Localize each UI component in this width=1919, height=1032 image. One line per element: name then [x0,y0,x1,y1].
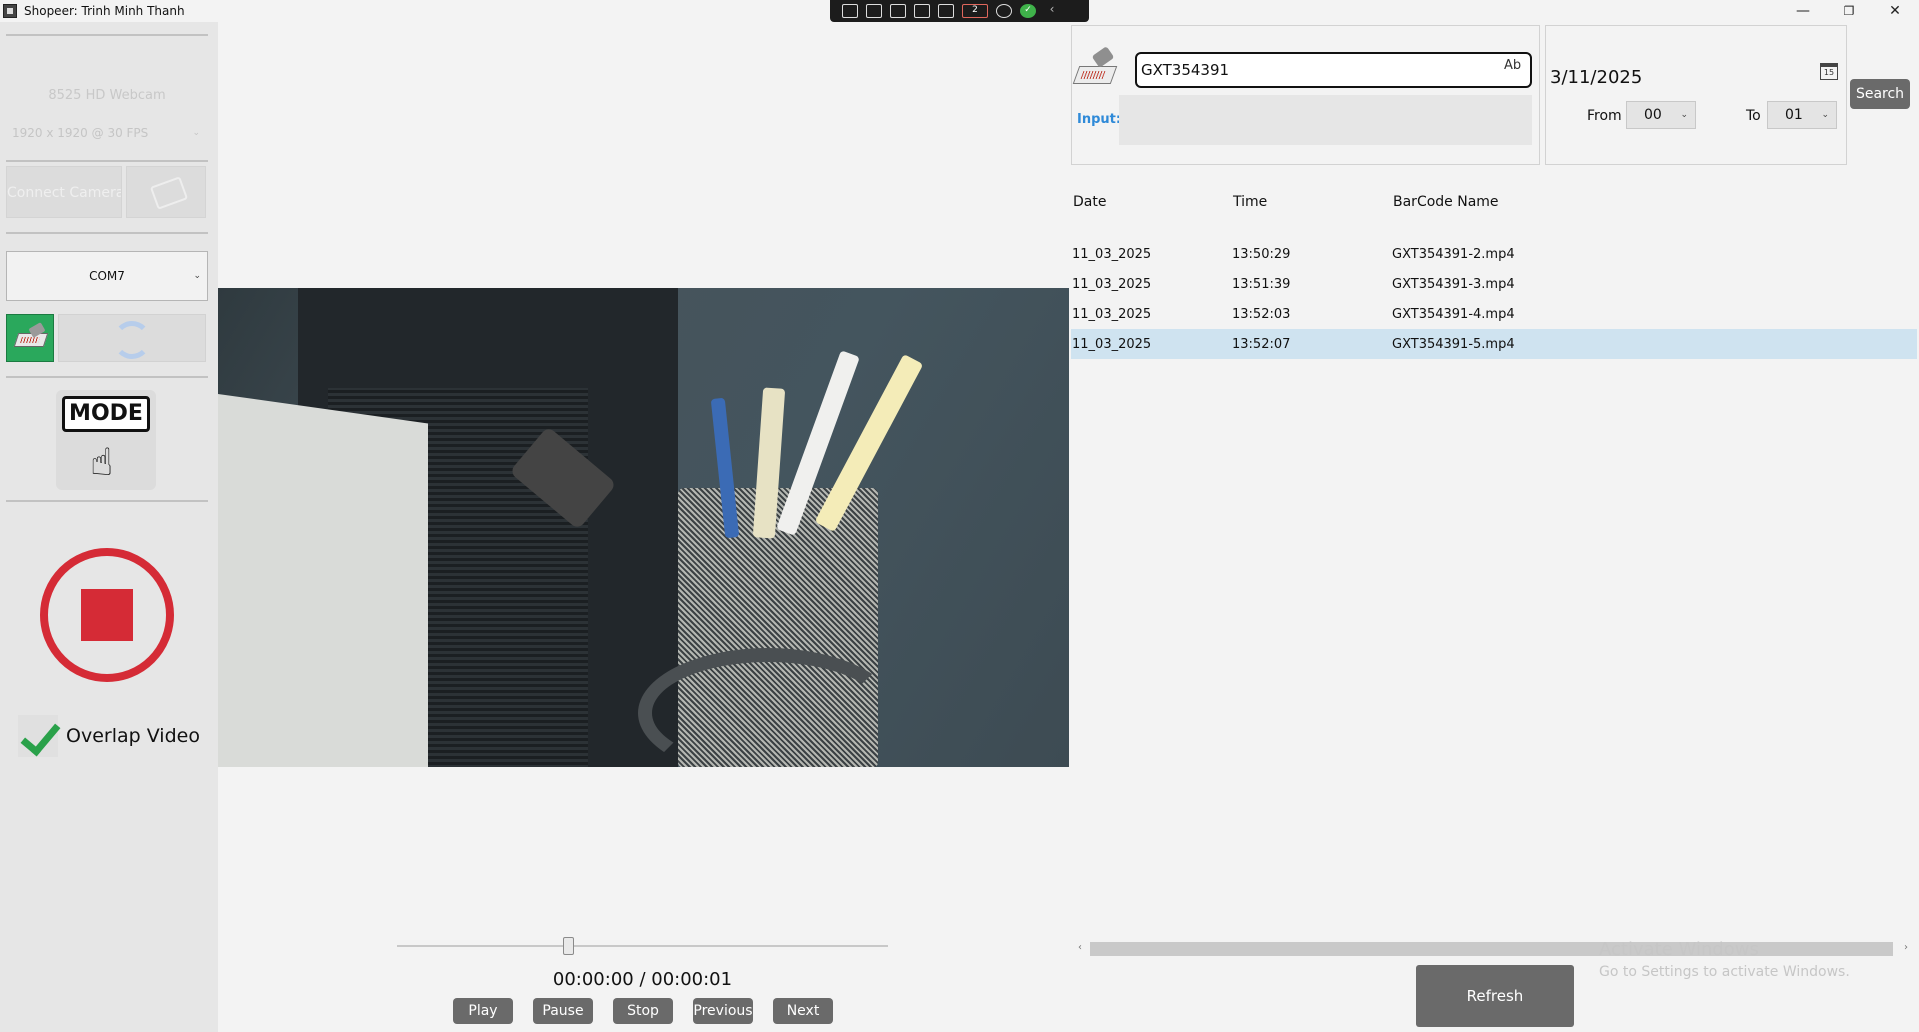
sidebar: 8525 HD Webcam 1920 x 1920 @ 30 FPS ⌄ Co… [0,22,218,1032]
divider [6,160,208,162]
divider [6,34,208,36]
row-filename: GXT354391-4.mp4 [1392,307,1515,322]
chevron-down-icon: ⌄ [192,128,200,138]
divider [6,500,208,502]
row-filename: GXT354391-2.mp4 [1392,247,1515,262]
accessibility-icon[interactable] [996,4,1012,18]
barcode-search-input[interactable]: GXT354391 [1135,52,1532,88]
row-time: 13:52:07 [1232,337,1291,352]
table-row[interactable]: 11_03_2025 13:52:03 GXT354391-4.mp4 [1071,299,1917,329]
scanner-button[interactable] [6,314,54,362]
remote-toolbar: 2 ✓ ‹ [830,0,1089,22]
scroll-left-icon[interactable]: ‹ [1073,940,1087,956]
previous-button[interactable]: Previous [693,998,753,1024]
play-button[interactable]: Play [453,998,513,1024]
date-picker[interactable]: 3/11/2025 [1550,67,1642,88]
maximize-button[interactable]: ❐ [1826,0,1872,22]
overlap-video-toggle[interactable]: Overlap Video [18,714,200,758]
divider [6,232,208,234]
row-date: 11_03_2025 [1072,247,1152,262]
search-button[interactable]: Search [1850,79,1910,109]
table-row-selected[interactable]: 11_03_2025 13:52:07 GXT354391-5.mp4 [1071,329,1917,359]
collapse-icon[interactable]: ‹ [1044,3,1060,18]
row-date: 11_03_2025 [1072,337,1152,352]
chevron-down-icon: ⌄ [193,271,201,281]
com-port-select[interactable]: COM7 ⌄ [6,251,208,301]
to-label: To [1746,108,1761,124]
stop-icon [81,589,133,641]
from-hour-value: 00 [1644,107,1662,123]
app-icon [3,4,17,18]
activation-watermark-title: Activate Windows [1599,939,1759,960]
to-hour-value: 01 [1785,107,1803,123]
chevron-down-icon: ⌄ [1680,110,1688,120]
scroll-thumb[interactable] [1090,942,1893,956]
column-header-time[interactable]: Time [1233,194,1267,210]
barcode-scanner-icon [1072,44,1124,94]
row-time: 13:51:39 [1232,277,1291,292]
refresh-button[interactable]: Refresh [1416,965,1574,1027]
edit-camera-button[interactable] [126,166,206,218]
checkmark-icon[interactable] [18,715,58,757]
check-icon[interactable]: ✓ [1020,4,1036,18]
text-cursor-icon: Ab [1504,58,1522,73]
hand-pointer-icon: ☝ [90,440,114,484]
table-row[interactable]: 11_03_2025 13:51:39 GXT354391-3.mp4 [1071,269,1917,299]
minimize-button[interactable]: — [1780,0,1826,22]
com-port-value: COM7 [89,269,125,283]
timecode: 00:00:00 / 00:00:01 [552,969,733,990]
seek-bar[interactable] [397,945,888,947]
close-button[interactable]: ✕ [1872,0,1918,22]
row-date: 11_03_2025 [1072,277,1152,292]
stop-button[interactable]: Stop [613,998,673,1024]
calendar-icon[interactable]: 15 [1820,63,1838,80]
row-filename: GXT354391-3.mp4 [1392,277,1515,292]
mode-label: MODE [62,396,150,432]
input-label: Input: [1077,112,1122,127]
input-field[interactable] [1119,95,1532,145]
row-filename: GXT354391-5.mp4 [1392,337,1515,352]
session-count-icon[interactable]: 2 [962,4,988,18]
overlap-video-label: Overlap Video [66,725,200,747]
from-hour-select[interactable]: 00 ⌄ [1626,101,1696,129]
stop-recording-button[interactable] [40,548,174,682]
row-time: 13:50:29 [1232,247,1291,262]
row-time: 13:52:03 [1232,307,1291,322]
video-preview [218,288,1069,767]
refresh-icon [113,321,151,359]
window-title: Shopeer: Trinh Minh Thanh [24,4,185,18]
row-date: 11_03_2025 [1072,307,1152,322]
barcode-scanner-icon [13,322,49,349]
refresh-port-button[interactable] [58,314,206,362]
monitor-icon[interactable] [938,4,954,18]
to-hour-select[interactable]: 01 ⌄ [1767,101,1837,129]
pointer-icon[interactable] [890,4,906,18]
chevron-down-icon: ⌄ [1821,110,1829,120]
scroll-right-icon[interactable]: › [1899,940,1913,956]
column-header-date[interactable]: Date [1073,194,1106,210]
horizontal-scrollbar[interactable]: ‹ › [1073,940,1919,956]
column-header-barcode-name[interactable]: BarCode Name [1393,194,1499,210]
seek-thumb[interactable] [563,937,575,955]
screen-list-icon[interactable] [842,4,858,18]
divider [6,376,208,378]
from-label: From [1587,108,1622,124]
resolution-select[interactable]: 1920 x 1920 @ 30 FPS ⌄ [6,107,206,159]
connect-camera-button[interactable]: Connect Camera [6,166,122,218]
camera-icon[interactable] [866,4,882,18]
date-panel [1545,25,1847,165]
table-row[interactable]: 11_03_2025 13:50:29 GXT354391-2.mp4 [1071,239,1917,269]
activation-watermark-text: Go to Settings to activate Windows. [1599,964,1850,980]
mode-button[interactable]: MODE ☝ [56,390,156,490]
next-button[interactable]: Next [773,998,833,1024]
fullscreen-icon[interactable] [914,4,930,18]
pause-button[interactable]: Pause [533,998,593,1024]
resolution-value: 1920 x 1920 @ 30 FPS [12,126,149,140]
